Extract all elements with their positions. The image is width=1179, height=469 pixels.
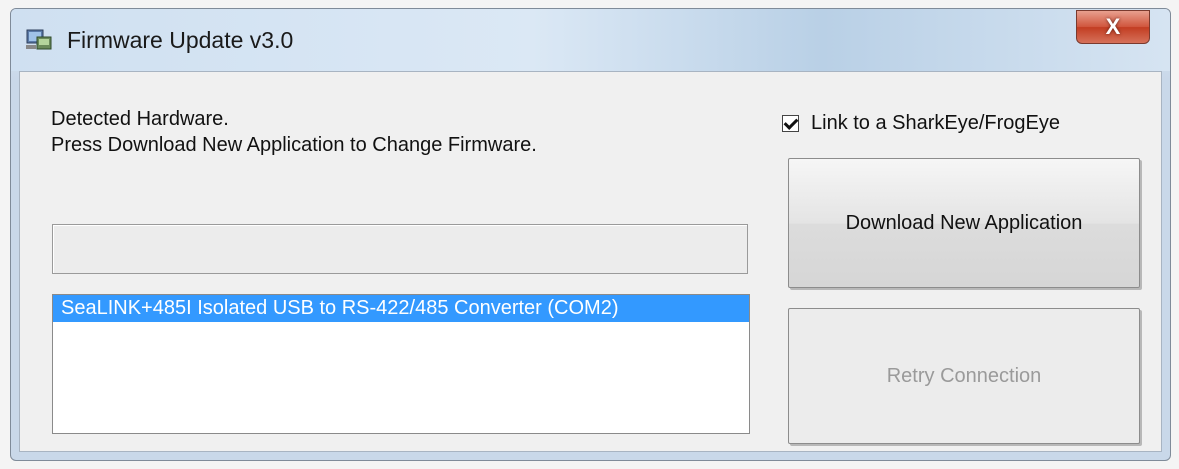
progress-bar	[52, 224, 748, 274]
retry-connection-button[interactable]: Retry Connection	[788, 308, 1140, 444]
status-message-line-1: Detected Hardware.	[51, 108, 229, 130]
dialog-client-area: Detected Hardware. Press Download New Ap…	[19, 71, 1162, 452]
app-icon	[25, 27, 53, 51]
link-sharkeye-checkbox[interactable]	[782, 115, 799, 132]
download-new-application-button[interactable]: Download New Application	[788, 158, 1140, 288]
title-bar[interactable]: Firmware Update v3.0 X	[11, 9, 1170, 71]
link-sharkeye-option[interactable]: Link to a SharkEye/FrogEye	[782, 112, 1060, 135]
close-button[interactable]: X	[1076, 10, 1150, 44]
status-message: Detected Hardware. Press Download New Ap…	[51, 106, 537, 158]
link-sharkeye-label[interactable]: Link to a SharkEye/FrogEye	[811, 112, 1060, 135]
firmware-update-window: Firmware Update v3.0 X Detected Hardware…	[10, 8, 1171, 461]
device-list-item[interactable]: SeaLINK+485I Isolated USB to RS-422/485 …	[53, 295, 749, 322]
device-list[interactable]: SeaLINK+485I Isolated USB to RS-422/485 …	[52, 294, 750, 434]
window-title: Firmware Update v3.0	[67, 27, 294, 53]
status-message-line-2: Press Download New Application to Change…	[51, 134, 537, 156]
